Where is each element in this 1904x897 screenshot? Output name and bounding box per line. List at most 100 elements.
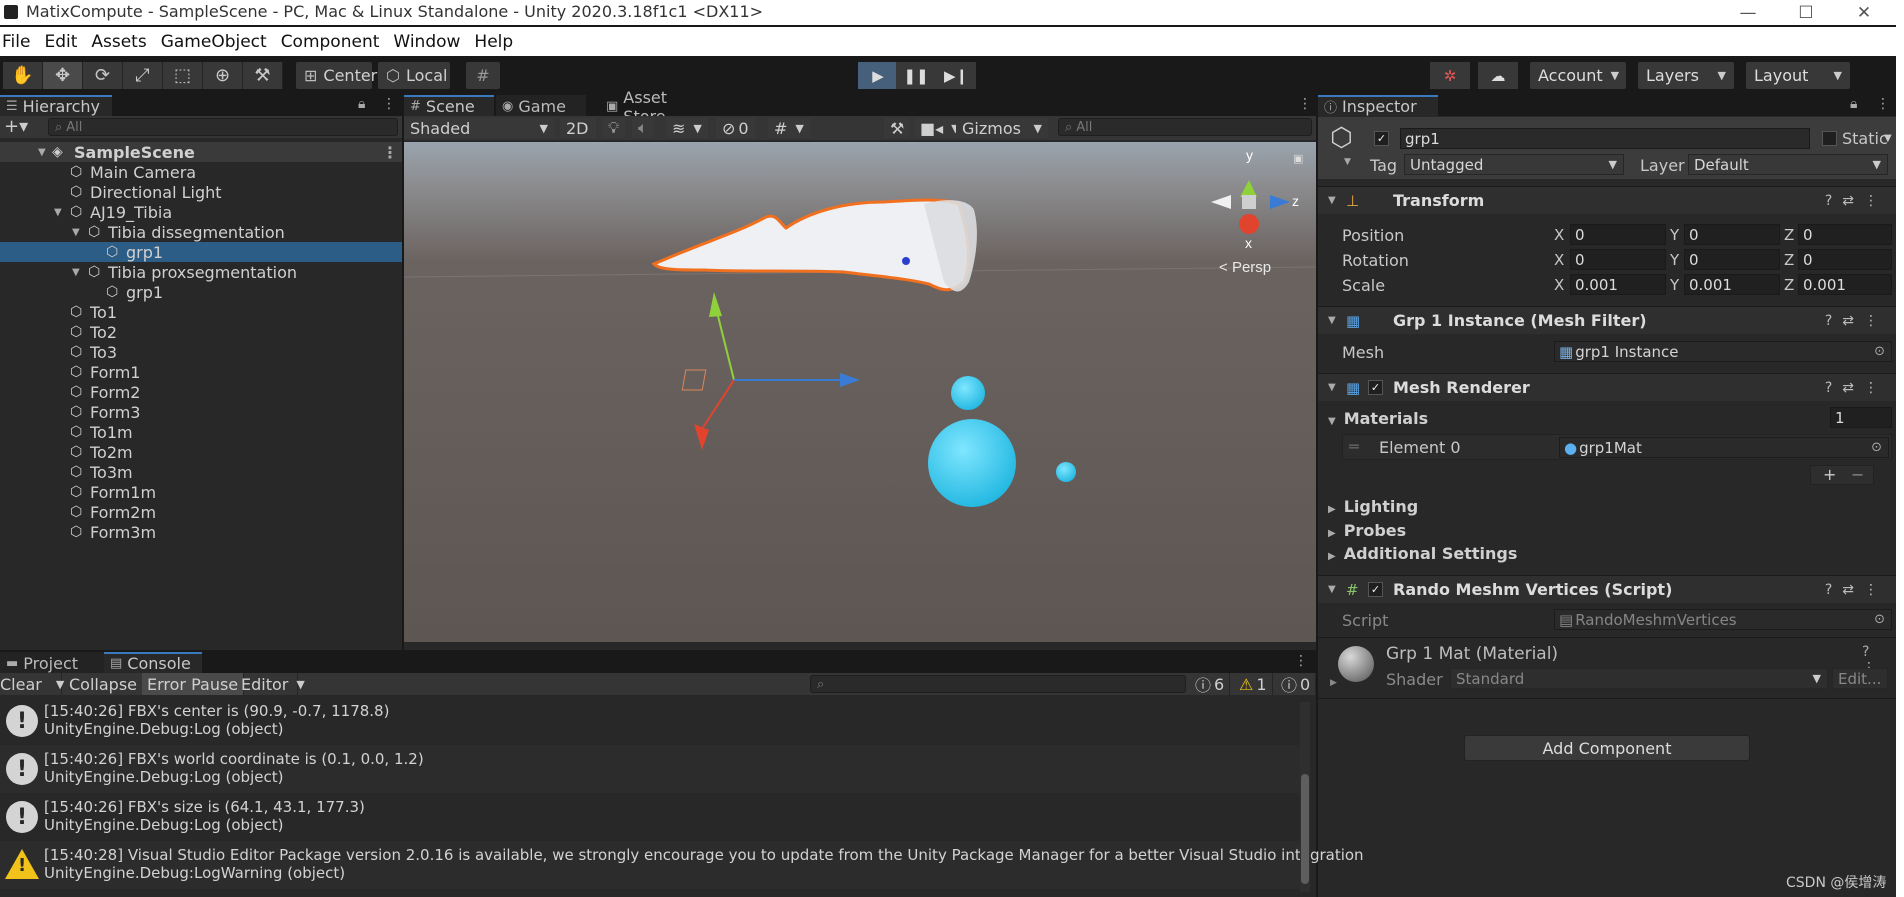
- minimize-button[interactable]: —: [1720, 0, 1776, 25]
- console-log-entry[interactable]: ! [15:40:26] FBX's center is (90.9, -0.7…: [0, 697, 1300, 745]
- hierarchy-search-input[interactable]: ⌕ All: [48, 118, 398, 136]
- mesh-renderer-component-header[interactable]: ▼ ▦ ✓ Mesh Renderer ?⇄⋮: [1318, 373, 1896, 401]
- hierarchy-item[interactable]: ▼ ⬡ Tibia dissegmentation: [0, 222, 402, 242]
- hierarchy-item[interactable]: ⬡ Form1m: [0, 482, 402, 502]
- tab-inspector[interactable]: ⓘ Inspector: [1318, 95, 1438, 116]
- scale-tool-button[interactable]: ⤢: [123, 62, 163, 89]
- rotate-tool-button[interactable]: ⟳: [83, 62, 123, 89]
- mesh-filter-component-header[interactable]: ▼ ▦ Grp 1 Instance (Mesh Filter) ?⇄⋮: [1318, 306, 1896, 334]
- component-header-icons[interactable]: ?⇄⋮: [1825, 313, 1888, 329]
- gizmo-x-arrow[interactable]: [694, 424, 709, 450]
- kebab-menu-icon[interactable]: ⋮: [1876, 96, 1890, 112]
- menu-component[interactable]: Component: [274, 32, 387, 52]
- editor-dropdown[interactable]: Editor ▼: [236, 673, 305, 695]
- console-search-input[interactable]: ⌕: [810, 675, 1186, 693]
- cloud-button[interactable]: ☁: [1478, 62, 1518, 89]
- object-name-field[interactable]: grp1: [1400, 128, 1810, 149]
- tab-console[interactable]: ▤ Console: [104, 652, 202, 673]
- tab-project[interactable]: ▬ Project: [0, 652, 104, 673]
- menu-gameobject[interactable]: GameObject: [154, 32, 274, 52]
- hand-tool-button[interactable]: ✋: [3, 62, 43, 89]
- pivot-local-toggle[interactable]: ⬡ Local: [378, 62, 450, 89]
- lock-icon[interactable]: 🔒︎: [358, 96, 365, 112]
- active-checkbox[interactable]: ✓: [1374, 131, 1389, 146]
- layer-dropdown[interactable]: Default ▼: [1688, 154, 1888, 175]
- hierarchy-item[interactable]: ▼ ⬡ Tibia proxsegmentation: [0, 262, 402, 282]
- custom-tool-button[interactable]: ⚒: [243, 62, 283, 89]
- component-header-icons[interactable]: ?⇄⋮: [1825, 193, 1888, 209]
- hierarchy-item[interactable]: ▼ ⬡ AJ19_Tibia: [0, 202, 402, 222]
- menu-edit[interactable]: Edit: [37, 32, 84, 52]
- sphere-tiny[interactable]: [1056, 462, 1076, 482]
- fold-open-icon[interactable]: ▼: [1328, 315, 1336, 326]
- clear-button[interactable]: Clear ▼: [0, 673, 64, 695]
- menu-help[interactable]: Help: [467, 32, 520, 52]
- tibia-mesh[interactable]: [651, 198, 970, 292]
- transform-component-header[interactable]: ▼ ⊥ Transform ?⇄⋮: [1318, 186, 1896, 214]
- scene-search-input[interactable]: ⌕ All: [1058, 118, 1312, 136]
- add-component-button[interactable]: Add Component: [1464, 735, 1750, 761]
- lock-icon[interactable]: 🔒︎: [1850, 96, 1857, 112]
- kebab-menu-icon[interactable]: ⋮: [382, 143, 398, 162]
- add-icon[interactable]: +▾: [4, 116, 28, 137]
- info-filter-toggle[interactable]: ⓘ 6: [1190, 673, 1231, 695]
- hierarchy-item[interactable]: ⬡ To2: [0, 322, 402, 342]
- sphere-small[interactable]: [951, 376, 985, 410]
- fold-open-icon[interactable]: ▼: [38, 147, 46, 158]
- hierarchy-item[interactable]: ⬡ To3m: [0, 462, 402, 482]
- hierarchy-item[interactable]: ⬡ To1: [0, 302, 402, 322]
- hierarchy-item[interactable]: ⬡ Form1: [0, 362, 402, 382]
- effects-dropdown[interactable]: ≋ ▼: [666, 118, 708, 138]
- fold-open-icon[interactable]: ▼: [1328, 195, 1336, 206]
- orient-center-cube[interactable]: [1242, 195, 1256, 209]
- tab-scene[interactable]: # Scene: [404, 95, 494, 116]
- position-y-field[interactable]: 0: [1684, 224, 1780, 245]
- error-pause-toggle[interactable]: Error Pause: [142, 673, 245, 695]
- add-element-button[interactable]: +: [1823, 465, 1836, 484]
- fold-open-icon[interactable]: ▼: [1328, 382, 1336, 393]
- shader-edit-button[interactable]: Edit...: [1832, 668, 1888, 689]
- console-log-entry[interactable]: ! [15:40:28] Visual Studio Editor Packag…: [0, 841, 1364, 889]
- hierarchy-item[interactable]: ⬡ To3: [0, 342, 402, 362]
- hierarchy-item[interactable]: ⬡ Form2m: [0, 502, 402, 522]
- orient-y-cone[interactable]: [1240, 180, 1257, 197]
- maximize-button[interactable]: ☐: [1778, 0, 1834, 25]
- materials-foldout[interactable]: ▼ Materials: [1328, 409, 1428, 428]
- tag-dropdown[interactable]: Untagged ▼: [1404, 154, 1624, 175]
- mesh-renderer-enabled-checkbox[interactable]: ✓: [1368, 380, 1383, 395]
- script-component-header[interactable]: ▼ # ✓ Rando Meshm Vertices (Script) ?⇄⋮: [1318, 575, 1896, 603]
- component-header-icons[interactable]: ?⇄⋮: [1825, 582, 1888, 598]
- move-tool-button[interactable]: ✥: [43, 62, 83, 89]
- 2d-toggle[interactable]: 2D: [560, 118, 596, 138]
- tab-hierarchy[interactable]: ☰ Hierarchy: [0, 95, 112, 116]
- error-filter-toggle[interactable]: ⓘ 0: [1276, 673, 1317, 695]
- grid-dropdown[interactable]: # ▼: [768, 118, 810, 138]
- hierarchy-item[interactable]: ⬡ Directional Light: [0, 182, 402, 202]
- tab-asset-store[interactable]: ▣Asset Store: [600, 88, 722, 126]
- transform-tool-button[interactable]: ⊕: [203, 62, 243, 89]
- fold-open-icon[interactable]: ▼: [72, 227, 80, 238]
- shading-mode-dropdown[interactable]: Shaded ▼: [404, 118, 554, 138]
- rect-tool-button[interactable]: ⬚: [163, 62, 203, 89]
- rotation-x-field[interactable]: 0: [1570, 249, 1666, 270]
- script-enabled-checkbox[interactable]: ✓: [1368, 582, 1383, 597]
- fold-open-icon[interactable]: ▼: [54, 207, 62, 218]
- object-picker-icon[interactable]: ⊙: [1871, 440, 1882, 455]
- component-header-icons[interactable]: ?⇄⋮: [1825, 380, 1888, 396]
- kebab-menu-icon[interactable]: ⋮: [382, 96, 396, 112]
- tab-game[interactable]: ◉ Game: [496, 95, 586, 116]
- object-picker-icon[interactable]: ⊙: [1874, 344, 1885, 359]
- menu-file[interactable]: File: [0, 32, 37, 52]
- console-log-entry[interactable]: ! [15:40:26] FBX's size is (64.1, 43.1, …: [0, 793, 1300, 841]
- position-z-field[interactable]: 0: [1798, 224, 1892, 245]
- scene-row[interactable]: ▼ ◈ SampleScene ⋮: [0, 142, 402, 162]
- hierarchy-item[interactable]: ⬡ Form2: [0, 382, 402, 402]
- fold-open-icon[interactable]: ▼: [1328, 584, 1336, 595]
- gizmo-y-arrow[interactable]: [709, 292, 722, 317]
- orient-lock-icon[interactable]: ▣: [1293, 152, 1303, 165]
- account-dropdown[interactable]: Account ▼: [1530, 62, 1626, 89]
- remove-element-button[interactable]: −: [1851, 465, 1864, 484]
- step-button[interactable]: ▶❙: [936, 62, 976, 89]
- console-scrollbar[interactable]: [1300, 702, 1310, 892]
- close-button[interactable]: ✕: [1836, 0, 1892, 25]
